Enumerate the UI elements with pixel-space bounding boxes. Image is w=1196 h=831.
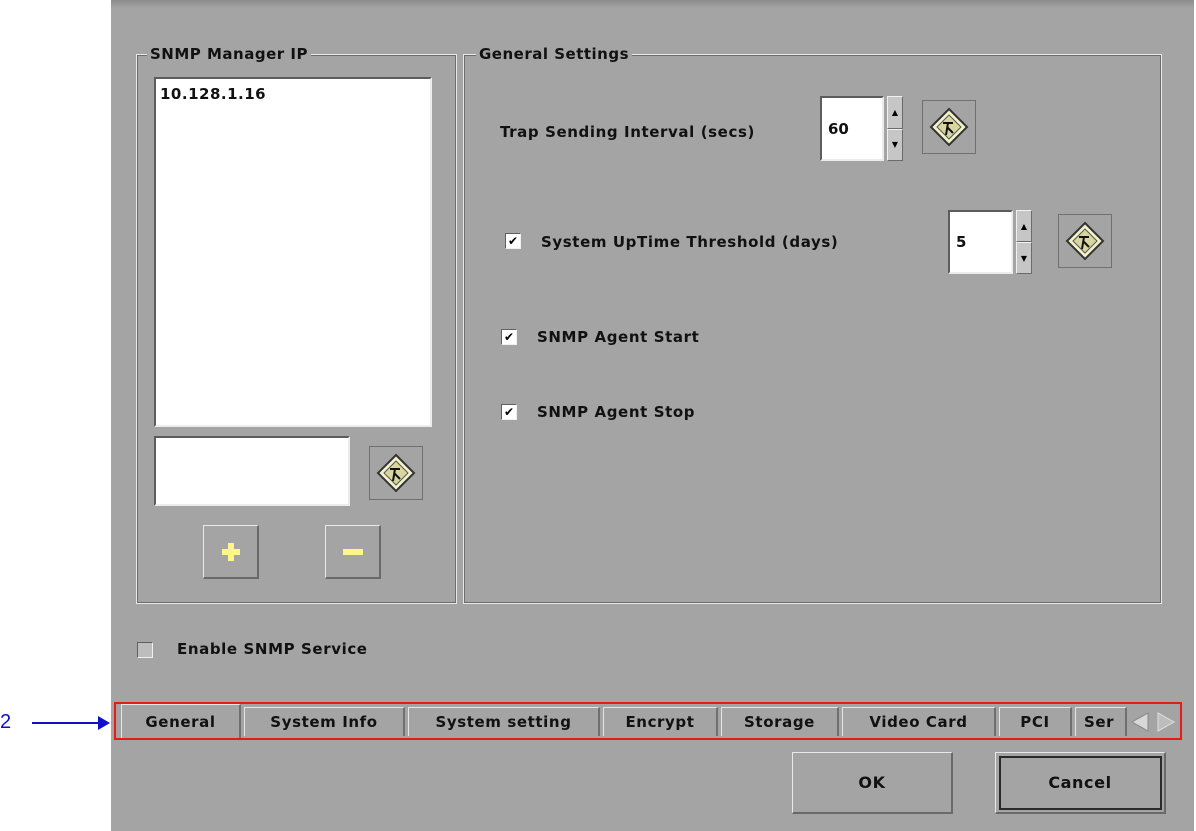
uptime-threshold-label: System UpTime Threshold (days)	[541, 233, 839, 251]
agent-start-label: SNMP Agent Start	[537, 328, 700, 346]
spin-down-icon[interactable]: ▼	[1016, 242, 1032, 274]
manager-ip-input[interactable]	[154, 436, 350, 506]
spin-up-icon[interactable]: ▲	[1016, 210, 1032, 242]
minus-icon	[342, 548, 363, 555]
cancel-button[interactable]: Cancel	[995, 752, 1166, 814]
ok-button[interactable]: OK	[792, 752, 953, 814]
spin-down-icon[interactable]: ▼	[887, 128, 903, 161]
callout-arrow-head-icon	[98, 716, 110, 730]
dialog-top-edge	[111, 0, 1194, 8]
ip-keyboard-button[interactable]	[369, 446, 423, 500]
uptime-threshold-checkbox[interactable]: ✔	[505, 233, 521, 249]
keyboard-icon	[1065, 221, 1105, 261]
agent-start-checkbox[interactable]: ✔	[501, 329, 517, 345]
plus-icon	[221, 542, 240, 561]
uptime-keyboard-button[interactable]	[1058, 214, 1112, 268]
snmp-manager-legend: SNMP Manager IP	[147, 45, 311, 63]
add-ip-button[interactable]	[203, 525, 259, 579]
tab-bar-highlight	[114, 702, 1182, 740]
keyboard-icon	[376, 453, 416, 493]
uptime-threshold-input[interactable]: 5	[948, 210, 1013, 274]
enable-snmp-checkbox[interactable]	[137, 642, 153, 658]
general-settings-legend: General Settings	[476, 45, 633, 63]
manager-ip-list[interactable]: 10.128.1.16	[154, 77, 432, 427]
agent-stop-checkbox[interactable]: ✔	[501, 404, 517, 420]
trap-interval-label: Trap Sending Interval (secs)	[500, 123, 755, 141]
uptime-threshold-spinner[interactable]: ▲ ▼	[1016, 210, 1032, 274]
keyboard-icon	[929, 107, 969, 147]
trap-interval-spinner[interactable]: ▲ ▼	[887, 96, 903, 161]
trap-keyboard-button[interactable]	[922, 100, 976, 154]
list-item[interactable]: 10.128.1.16	[156, 79, 430, 109]
callout-arrow-line	[32, 722, 100, 724]
agent-stop-label: SNMP Agent Stop	[537, 403, 696, 421]
spin-up-icon[interactable]: ▲	[887, 96, 903, 129]
enable-snmp-label: Enable SNMP Service	[177, 640, 368, 658]
callout-number: 2	[0, 711, 12, 733]
trap-interval-input[interactable]: 60	[820, 96, 884, 161]
remove-ip-button[interactable]	[325, 525, 381, 579]
